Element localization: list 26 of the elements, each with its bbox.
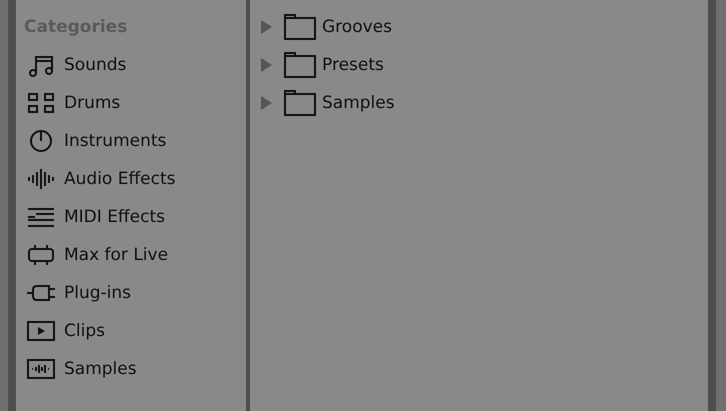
device-icon [27, 243, 55, 267]
folder-item[interactable]: Presets [322, 55, 384, 75]
category-item[interactable]: Drums [64, 93, 120, 113]
folder-icon [284, 14, 316, 40]
grid-icon [27, 91, 55, 115]
folder-icon [284, 90, 316, 116]
play-box-icon [27, 319, 55, 343]
expand-triangle-icon[interactable] [260, 58, 272, 72]
category-item[interactable]: Plug-ins [64, 283, 132, 303]
knob-icon [27, 129, 55, 153]
category-item[interactable]: Max for Live [64, 245, 168, 265]
sample-box-icon [27, 357, 55, 381]
category-item[interactable]: Clips [64, 321, 105, 341]
note-icon [27, 53, 55, 77]
category-item[interactable]: Samples [64, 359, 137, 379]
category-item[interactable]: Sounds [64, 55, 126, 75]
expand-triangle-icon[interactable] [260, 96, 272, 110]
waveform-icon [27, 167, 55, 191]
lines-icon [27, 205, 55, 229]
category-item[interactable]: MIDI Effects [64, 207, 165, 227]
folder-item[interactable]: Samples [322, 93, 395, 113]
expand-triangle-icon[interactable] [260, 20, 272, 34]
folder-icon [284, 52, 316, 78]
category-item[interactable]: Instruments [64, 131, 166, 151]
category-item[interactable]: Audio Effects [64, 169, 176, 189]
folder-item[interactable]: Grooves [322, 17, 392, 37]
